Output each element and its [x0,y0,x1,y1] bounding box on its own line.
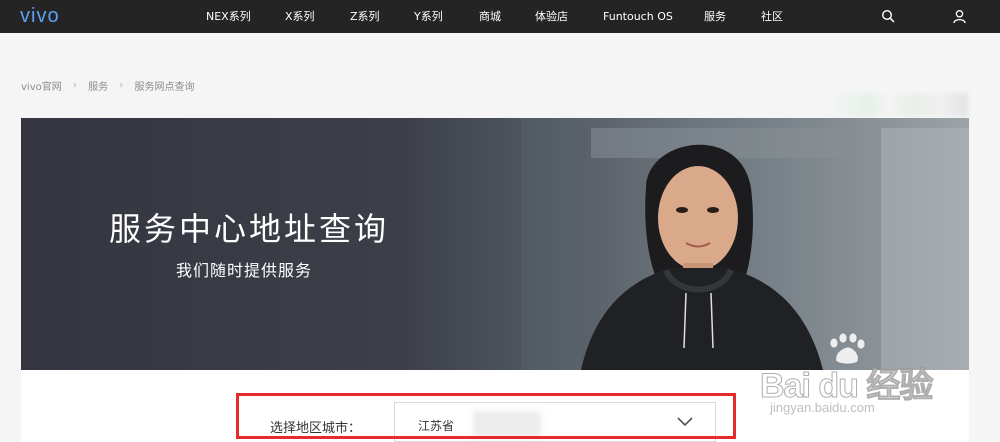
banner-subtitle: 我们随时提供服务 [176,261,313,280]
nav-item-store[interactable]: 体验店 [535,0,568,33]
blurred-region [835,93,968,117]
banner-title: 服务中心地址查询 [109,210,390,248]
breadcrumb-current: 服务网点查询 [134,82,195,93]
breadcrumb-service[interactable]: 服务 [88,78,108,93]
nav-item-y[interactable]: Y系列 [414,0,443,33]
nav-item-funtouch[interactable]: Funtouch OS [603,0,673,33]
nav-item-community[interactable]: 社区 [761,0,783,33]
chevron-right-icon: › [72,80,77,91]
nav-item-nex[interactable]: NEX系列 [206,0,251,33]
annotation-highlight-box [236,393,736,439]
breadcrumb: vivo官网 › 服务 › 服务网点查询 [21,78,194,94]
chevron-right-icon: › [119,80,124,91]
banner-background-panel [881,128,969,370]
top-nav: vivo NEX系列 X系列 Z系列 Y系列 商城 体验店 Funtouch O… [0,0,1000,33]
breadcrumb-home[interactable]: vivo官网 [21,78,62,93]
user-icon[interactable] [952,9,967,24]
nav-item-x[interactable]: X系列 [285,0,315,33]
service-staff-photo [581,144,823,370]
vivo-logo[interactable]: vivo [20,5,60,27]
nav-item-z[interactable]: Z系列 [350,0,380,33]
baidu-watermark-url: jingyan.baidu.com [770,400,875,415]
search-icon[interactable] [881,9,896,24]
nav-item-shop[interactable]: 商城 [479,0,501,33]
nav-item-service[interactable]: 服务 [704,0,726,33]
